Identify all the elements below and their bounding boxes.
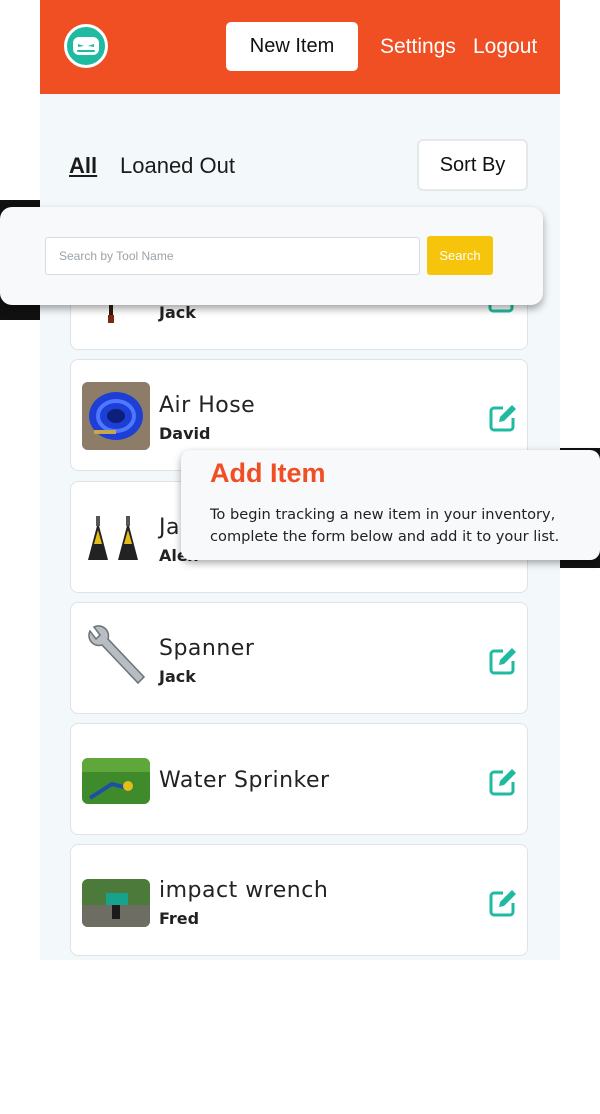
search-panel: Search: [0, 207, 543, 305]
list-item[interactable]: Water Sprinker: [70, 723, 528, 835]
item-owner: David: [159, 424, 211, 443]
sort-by-button[interactable]: Sort By: [417, 139, 528, 191]
air-hose-photo: [82, 382, 150, 450]
edit-icon[interactable]: [487, 887, 519, 919]
item-name: Air Hose: [159, 393, 256, 418]
mask-logo-icon[interactable]: [64, 24, 108, 68]
impact-wrench-photo: [82, 879, 150, 927]
tooltip-text: To begin tracking a new item in your inv…: [210, 506, 560, 545]
item-name: impact wrench: [159, 878, 329, 903]
spanner-photo: [82, 625, 150, 693]
new-item-button[interactable]: New Item: [226, 22, 358, 71]
sprinkler-photo: [82, 758, 150, 804]
tab-loaned-out[interactable]: Loaned Out: [120, 153, 235, 179]
item-name: Water Sprinker: [159, 768, 330, 793]
search-input[interactable]: [45, 237, 420, 275]
item-owner: Jack: [159, 303, 196, 322]
item-owner: Fred: [159, 909, 200, 928]
item-name: Spanner: [159, 636, 255, 661]
tab-all[interactable]: All: [69, 153, 97, 179]
top-navigation-bar: New Item Settings Logout: [40, 0, 560, 94]
logout-link[interactable]: Logout: [473, 35, 537, 59]
edit-icon[interactable]: [487, 766, 519, 798]
list-item[interactable]: Spanner Jack: [70, 602, 528, 714]
list-item[interactable]: impact wrench Fred: [70, 844, 528, 956]
edit-icon[interactable]: [487, 402, 519, 434]
add-item-tooltip: Add Item To begin tracking a new item in…: [181, 450, 600, 560]
jack-stands-photo: [82, 504, 150, 572]
item-owner: Jack: [159, 667, 196, 686]
edit-icon[interactable]: [487, 645, 519, 677]
tooltip-title: Add Item: [210, 458, 326, 488]
settings-link[interactable]: Settings: [380, 35, 456, 59]
search-button[interactable]: Search: [427, 236, 493, 275]
